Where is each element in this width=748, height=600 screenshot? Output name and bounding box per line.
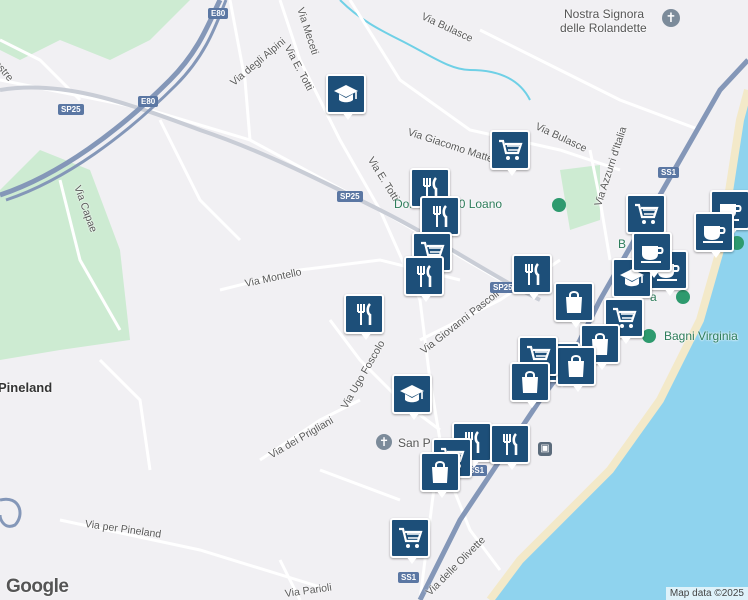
restaurant-marker[interactable] <box>344 294 384 340</box>
route-shield-sp25: SP25 <box>58 104 84 115</box>
restaurant-marker[interactable] <box>490 424 530 470</box>
place-label-bagni-partial: B <box>618 237 627 251</box>
graduation-cap-marker[interactable] <box>392 374 432 420</box>
coffee-cup-marker[interactable] <box>694 212 734 258</box>
restaurant-marker[interactable] <box>420 196 460 242</box>
place-label-bagni-virginia: Bagni Virginia <box>664 329 738 343</box>
route-shield-ss1: SS1 <box>658 167 680 178</box>
place-label-nostra-signora-line2: delle Rolandette <box>560 21 647 35</box>
route-shield-e80: E80 <box>138 96 159 107</box>
place-icon <box>642 329 656 343</box>
shopping-cart-marker[interactable] <box>490 130 530 176</box>
church-icon: ✝ <box>662 9 680 27</box>
graduation-cap-marker[interactable] <box>326 74 366 120</box>
shopping-bag-marker[interactable] <box>510 362 550 408</box>
coffee-cup-marker[interactable] <box>632 232 672 278</box>
shopping-bag-marker[interactable] <box>554 282 594 328</box>
shopping-cart-marker[interactable] <box>390 518 430 564</box>
church-icon: ✝ <box>376 434 392 450</box>
restaurant-marker[interactable] <box>512 254 552 300</box>
map-canvas[interactable]: Via Bulasce Via Bulasce Via Giacomo Matt… <box>0 0 748 600</box>
place-label-san-p: San P <box>398 436 431 450</box>
map-attribution[interactable]: Map data ©2025 <box>665 587 748 600</box>
shopping-cart-marker[interactable] <box>626 194 666 240</box>
route-shield-e80: E80 <box>208 8 229 19</box>
route-shield-ss1: SS1 <box>398 572 420 583</box>
place-label-pineland: Pineland <box>0 380 53 395</box>
shopping-bag-marker[interactable] <box>420 452 460 498</box>
google-logo[interactable]: Google <box>6 576 69 598</box>
train-icon: ▣ <box>538 442 552 456</box>
place-icon <box>676 290 690 304</box>
place-label-nostra-signora: Nostra Signora <box>564 7 645 21</box>
place-icon <box>552 198 566 212</box>
route-shield-sp25: SP25 <box>337 191 363 202</box>
shopping-bag-marker[interactable] <box>556 346 596 392</box>
restaurant-marker[interactable] <box>404 256 444 302</box>
